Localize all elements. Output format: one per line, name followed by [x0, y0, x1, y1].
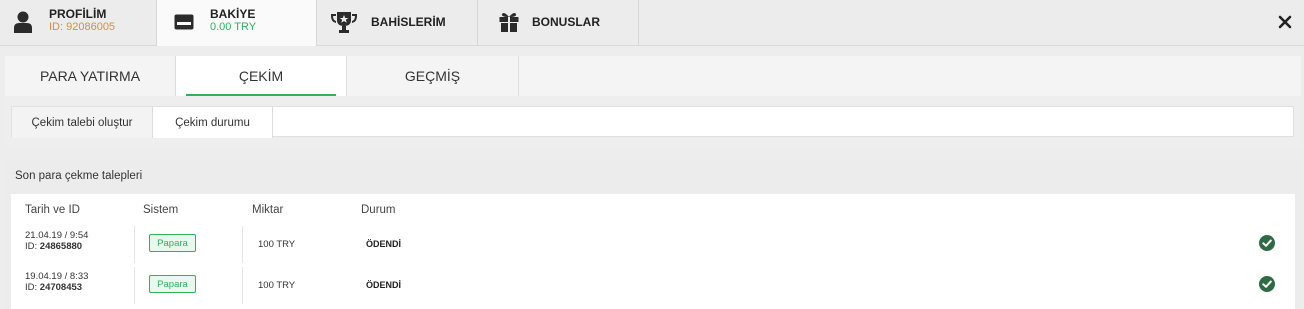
withdraw-tabs: Çekim talebi oluştur Çekim durumu [11, 106, 1294, 138]
status-cell: ÖDENDİ [366, 239, 402, 249]
tab-balance[interactable]: BAKİYE 0.00 TRY [157, 0, 317, 46]
check-circle-icon [1259, 235, 1275, 251]
tab-create-withdraw-request[interactable]: Çekim talebi oluştur [12, 107, 153, 138]
tab-deposit[interactable]: PARA YATIRMA [5, 56, 176, 96]
column-header-status: Durum [361, 204, 396, 216]
bets-label: BAHİSLERİM [371, 15, 446, 29]
section-tabs: PARA YATIRMA ÇEKİM GEÇMİŞ [5, 56, 519, 96]
date-time: 19.04.19 / 8:33 [25, 271, 89, 282]
column-divider [134, 267, 135, 304]
column-divider [242, 226, 243, 263]
date-cell: 19.04.19 / 8:33 ID: 24708453 [25, 271, 88, 293]
id-label: ID: [25, 282, 38, 293]
tab-bets[interactable]: BAHİSLERİM [317, 0, 478, 45]
user-id: ID: 92086005 [49, 21, 116, 33]
status-cell: ÖDENDİ [366, 280, 402, 290]
tab-profile[interactable]: PROFİLİM ID: 92086005 [0, 0, 157, 45]
balance-amount: 0.00 TRY [210, 21, 257, 33]
column-divider [134, 226, 135, 263]
profile-label: PROFİLİM [49, 7, 107, 21]
date-time: 21.04.19 / 9:54 [25, 230, 89, 241]
date-cell: 21.04.19 / 9:54 ID: 24865880 [25, 230, 88, 252]
table-row: 19.04.19 / 8:33 ID: 24708453 Papara 100 … [11, 267, 1295, 304]
column-header-system: Sistem [143, 204, 179, 216]
payment-system-badge: Papara [149, 234, 196, 252]
user-icon [14, 11, 32, 33]
balance-label: BAKİYE [210, 7, 256, 21]
withdraw-history-table: Tarih ve ID Sistem Miktar Durum 21.04.19… [11, 194, 1295, 309]
table-row: 21.04.19 / 9:54 ID: 24865880 Papara 100 … [11, 226, 1295, 263]
account-header: PROFİLİM ID: 92086005 BAKİYE 0.00 TRY BA… [0, 0, 1304, 46]
column-header-amount: Miktar [252, 204, 284, 216]
transaction-id: 24708453 [39, 282, 83, 293]
amount-cell: 100 TRY [258, 280, 296, 291]
cashier-panel: PARA YATIRMA ÇEKİM GEÇMİŞ Çekim talebi o… [5, 56, 1301, 148]
amount-cell: 100 TRY [258, 239, 296, 250]
column-divider [242, 267, 243, 304]
tab-withdraw[interactable]: ÇEKİM [176, 56, 347, 96]
wallet-icon [174, 14, 194, 30]
bonuses-label: BONUSLAR [532, 15, 600, 29]
check-circle-icon [1259, 276, 1275, 292]
withdraw-subpanel: Çekim talebi oluştur Çekim durumu [5, 96, 1301, 148]
column-header-date: Tarih ve ID [25, 204, 80, 216]
section-title: Son para çekme talepleri [15, 170, 143, 182]
withdraw-history-section: Son para çekme talepleri Tarih ve ID Sis… [5, 159, 1301, 309]
tab-bonuses[interactable]: BONUSLAR [478, 0, 639, 45]
gift-icon [499, 13, 519, 32]
tab-history[interactable]: GEÇMİŞ [347, 56, 519, 96]
close-icon[interactable] [1276, 13, 1294, 31]
payment-system-badge: Papara [149, 275, 196, 293]
trophy-icon [331, 12, 357, 33]
id-label: ID: [25, 241, 38, 252]
transaction-id: 24865880 [39, 241, 83, 252]
tab-withdraw-status[interactable]: Çekim durumu [153, 107, 273, 138]
